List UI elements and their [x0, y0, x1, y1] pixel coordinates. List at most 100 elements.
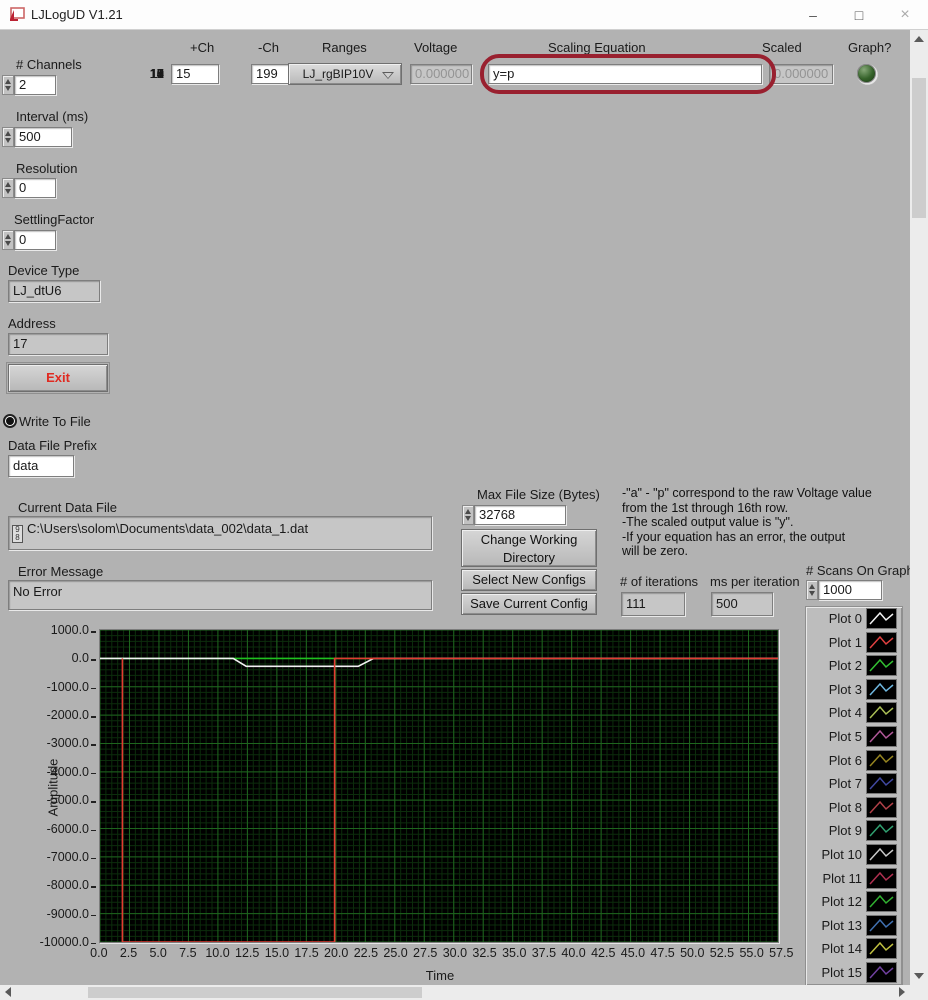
- save-current-config-button[interactable]: Save Current Config: [461, 593, 597, 615]
- y-tick-label: -9000.0: [18, 907, 96, 921]
- iterations-label: # of iterations: [620, 574, 698, 589]
- x-tick-label: 52.5: [707, 946, 737, 960]
- legend-item[interactable]: Plot 6: [806, 749, 902, 773]
- scroll-down-icon[interactable]: [914, 973, 924, 979]
- legend-line-sample: [866, 750, 897, 771]
- legend-label: Plot 13: [822, 918, 862, 933]
- legend-line-sample: [866, 844, 897, 865]
- y-tick-label: -1000.0: [18, 680, 96, 694]
- legend-label: Plot 9: [829, 823, 862, 838]
- legend-line-sample: [866, 820, 897, 841]
- window-title: LJLogUD V1.21: [31, 7, 123, 22]
- scans-on-graph-stepper[interactable]: [806, 580, 818, 600]
- scans-on-graph-input[interactable]: 1000: [818, 580, 882, 600]
- legend-item[interactable]: Plot 12: [806, 890, 902, 914]
- horizontal-scrollbar-thumb[interactable]: [88, 987, 422, 998]
- legend-item[interactable]: Plot 15: [806, 961, 902, 985]
- channel-table: 0 3 199 LJ_rgBIP10V 3.249154 y=a 3.24915…: [0, 62, 928, 476]
- col-header-equation: Scaling Equation: [548, 40, 646, 55]
- legend-item[interactable]: Plot 10: [806, 843, 902, 867]
- maximize-button[interactable]: □: [836, 0, 882, 30]
- ms-per-iteration-display: 500: [711, 592, 773, 616]
- scroll-right-icon[interactable]: [899, 987, 905, 997]
- legend-label: Plot 0: [829, 611, 862, 626]
- equation-input[interactable]: y=p: [488, 64, 762, 84]
- legend-label: Plot 6: [829, 753, 862, 768]
- max-file-size-input[interactable]: 32768: [474, 505, 566, 525]
- y-tick-label: -2000.0: [18, 708, 96, 722]
- minimize-button[interactable]: –: [790, 0, 836, 30]
- horizontal-scrollbar[interactable]: [0, 985, 910, 1000]
- select-new-configs-button[interactable]: Select New Configs: [461, 569, 597, 591]
- x-tick-label: 42.5: [588, 946, 618, 960]
- error-message-label: Error Message: [18, 564, 103, 579]
- close-button[interactable]: ×: [882, 0, 928, 30]
- app-icon: [8, 7, 25, 22]
- waveform-graph[interactable]: [99, 629, 779, 943]
- row-index: 15: [146, 66, 164, 81]
- scroll-left-icon[interactable]: [5, 987, 11, 997]
- col-header-graph: Graph?: [848, 40, 891, 55]
- legend-item[interactable]: Plot 8: [806, 796, 902, 820]
- legend-line-sample: [866, 891, 897, 912]
- note-line: -If your equation has an error, the outp…: [622, 530, 917, 545]
- legend-line-sample: [866, 655, 897, 676]
- x-tick-label: 27.5: [410, 946, 440, 960]
- legend-label: Plot 14: [822, 941, 862, 956]
- legend-label: Plot 12: [822, 894, 862, 909]
- legend-item[interactable]: Plot 7: [806, 772, 902, 796]
- range-dropdown[interactable]: LJ_rgBIP10V: [288, 63, 402, 85]
- col-header-nch: -Ch: [258, 40, 279, 55]
- x-tick-label: 35.0: [499, 946, 529, 960]
- path-icon[interactable]: 98: [12, 525, 23, 543]
- legend-item[interactable]: Plot 2: [806, 654, 902, 678]
- note-line: will be zero.: [622, 544, 917, 559]
- col-header-ranges: Ranges: [322, 40, 367, 55]
- legend-item[interactable]: Plot 5: [806, 725, 902, 749]
- x-tick-label: 32.5: [470, 946, 500, 960]
- scroll-up-icon[interactable]: [914, 36, 924, 42]
- change-working-directory-button[interactable]: Change Working Directory: [461, 529, 597, 567]
- current-data-file-label: Current Data File: [18, 500, 117, 515]
- x-tick-label: 45.0: [618, 946, 648, 960]
- y-tick-label: -7000.0: [18, 850, 96, 864]
- col-header-pch: +Ch: [190, 40, 214, 55]
- x-tick-label: 47.5: [648, 946, 678, 960]
- legend-label: Plot 1: [829, 635, 862, 650]
- x-tick-label: 17.5: [292, 946, 322, 960]
- scans-on-graph-label: # Scans On Graph: [806, 563, 914, 578]
- legend-line-sample: [866, 702, 897, 723]
- legend-item[interactable]: Plot 1: [806, 631, 902, 655]
- x-tick-label: 15.0: [262, 946, 292, 960]
- note-line: -"a" - "p" correspond to the raw Voltage…: [622, 486, 917, 501]
- legend-line-sample: [866, 868, 897, 889]
- x-tick-label: 5.0: [143, 946, 173, 960]
- range-value: LJ_rgBIP10V: [303, 67, 374, 81]
- legend-label: Plot 11: [822, 871, 862, 886]
- scaling-notes: -"a" - "p" correspond to the raw Voltage…: [622, 486, 917, 559]
- note-line: from the 1st through 16th row.: [622, 501, 917, 516]
- legend-item[interactable]: Plot 11: [806, 867, 902, 891]
- y-axis-title: Amplitude: [45, 759, 60, 817]
- legend-item[interactable]: Plot 13: [806, 914, 902, 938]
- legend-item[interactable]: Plot 0: [806, 607, 902, 631]
- x-tick-label: 2.5: [114, 946, 144, 960]
- y-tick-label: -8000.0: [18, 878, 96, 892]
- legend-item[interactable]: Plot 4: [806, 701, 902, 725]
- legend-item[interactable]: Plot 9: [806, 819, 902, 843]
- x-tick-label: 25.0: [381, 946, 411, 960]
- legend-item[interactable]: Plot 14: [806, 937, 902, 961]
- graph-led[interactable]: [857, 64, 876, 83]
- vertical-scrollbar-thumb[interactable]: [912, 78, 926, 218]
- max-file-size-stepper[interactable]: [462, 505, 474, 525]
- legend-label: Plot 7: [829, 776, 862, 791]
- legend-item[interactable]: Plot 3: [806, 678, 902, 702]
- legend-line-sample: [866, 915, 897, 936]
- table-row: 15 15 199 LJ_rgBIP10V 0.000000 y=p 0.000…: [0, 62, 928, 88]
- current-data-file-field: 98 C:\Users\solom\Documents\data_002\dat…: [8, 516, 432, 550]
- legend-label: Plot 4: [829, 705, 862, 720]
- y-tick-label: -6000.0: [18, 822, 96, 836]
- vertical-scrollbar[interactable]: [910, 30, 928, 985]
- x-axis-title: Time: [400, 968, 480, 983]
- pch-input[interactable]: 15: [171, 64, 219, 84]
